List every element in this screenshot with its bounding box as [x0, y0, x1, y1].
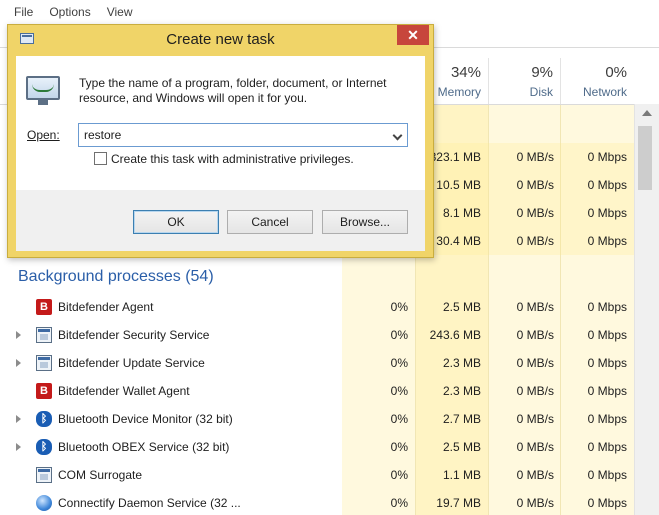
process-name: Connectify Daemon Service (32 ... [58, 496, 241, 510]
cell-memory: 2.7 MB [442, 412, 481, 426]
menu-options[interactable]: Options [41, 0, 98, 24]
table-row[interactable]: B Bitdefender Wallet Agent 0% 2.3 MB 0 M… [0, 377, 634, 405]
cell-disk: 0 MB/s [516, 150, 554, 164]
network-label: Network [582, 85, 627, 99]
table-row[interactable]: ᛒ Bluetooth OBEX Service (32 bit) 0% 2.5… [0, 433, 634, 461]
chevron-down-icon[interactable] [392, 130, 403, 141]
network-percent: 0% [605, 64, 627, 81]
cell-cpu: 0% [390, 440, 408, 454]
dialog-body: Type the name of a program, folder, docu… [16, 56, 425, 190]
cell-network: 0 Mbps [587, 440, 627, 454]
disk-percent: 9% [531, 64, 553, 81]
vertical-scrollbar[interactable] [634, 104, 659, 515]
globe-icon [36, 495, 52, 511]
table-row[interactable]: B Bitdefender Agent 0% 2.5 MB 0 MB/s 0 M… [0, 293, 634, 321]
cell-cpu: 0% [390, 384, 408, 398]
cell-network: 0 Mbps [587, 384, 627, 398]
cell-disk: 0 MB/s [516, 206, 554, 220]
expand-chevron-icon[interactable] [16, 443, 21, 451]
cell-disk: 0 MB/s [516, 468, 554, 482]
cell-memory: 2.5 MB [442, 440, 481, 454]
cell-network: 0 Mbps [587, 412, 627, 426]
cell-network: 0 Mbps [587, 206, 627, 220]
dialog-footer: OK Cancel Browse... [16, 190, 425, 251]
cell-network: 0 Mbps [587, 234, 627, 248]
admin-privileges-checkbox[interactable] [94, 152, 107, 165]
cell-cpu: 0% [390, 468, 408, 482]
column-header-network[interactable]: 0% Network [560, 58, 634, 104]
bitdefender-icon: B [36, 299, 52, 315]
cell-network: 0 Mbps [587, 178, 627, 192]
service-window-icon [36, 327, 52, 343]
expand-chevron-icon[interactable] [16, 359, 21, 367]
service-window-icon [36, 355, 52, 371]
cell-memory: 1.1 MB [442, 468, 481, 482]
cell-memory: 2.3 MB [442, 356, 481, 370]
run-program-icon [26, 76, 62, 108]
background-processes-title: Background processes (54) [18, 268, 214, 285]
process-name: Bluetooth Device Monitor (32 bit) [58, 412, 233, 426]
cell-memory: 243.6 MB [429, 328, 481, 342]
create-new-task-dialog: Create new task ✕ Type the name of a pro… [7, 24, 434, 258]
cell-disk: 0 MB/s [516, 300, 554, 314]
process-name: Bitdefender Agent [58, 300, 154, 314]
menu-view[interactable]: View [99, 0, 141, 24]
open-input[interactable]: restore [84, 128, 121, 142]
table-row[interactable]: Bitdefender Security Service 0% 243.6 MB… [0, 321, 634, 349]
process-name: COM Surrogate [58, 468, 143, 482]
cell-network: 0 Mbps [587, 300, 627, 314]
menu-file[interactable]: File [6, 0, 41, 24]
cell-disk: 0 MB/s [516, 178, 554, 192]
close-button[interactable]: ✕ [397, 25, 429, 45]
cell-memory: 2.5 MB [442, 300, 481, 314]
cell-network: 0 Mbps [587, 356, 627, 370]
service-window-icon [36, 467, 52, 483]
bluetooth-icon: ᛒ [36, 411, 52, 427]
cell-cpu: 0% [390, 356, 408, 370]
cell-disk: 0 MB/s [516, 496, 554, 510]
cell-disk: 0 MB/s [516, 384, 554, 398]
ok-button[interactable]: OK [133, 210, 219, 234]
cell-disk: 0 MB/s [516, 440, 554, 454]
cell-memory: 19.7 MB [436, 496, 481, 510]
cell-network: 0 Mbps [587, 496, 627, 510]
cell-disk: 0 MB/s [516, 356, 554, 370]
cell-disk: 0 MB/s [516, 412, 554, 426]
open-label: Open: [27, 128, 60, 142]
cell-cpu: 0% [390, 412, 408, 426]
process-name: Bitdefender Wallet Agent [58, 384, 190, 398]
disk-label: Disk [529, 85, 553, 99]
table-row[interactable]: ᛒ Bluetooth Device Monitor (32 bit) 0% 2… [0, 405, 634, 433]
cell-cpu: 0% [390, 328, 408, 342]
bitdefender-icon: B [36, 383, 52, 399]
cell-cpu: 0% [390, 300, 408, 314]
bluetooth-icon: ᛒ [36, 439, 52, 455]
table-row[interactable]: COM Surrogate 0% 1.1 MB 0 MB/s 0 Mbps [0, 461, 634, 489]
open-combobox[interactable]: restore [78, 123, 408, 147]
admin-privileges-label[interactable]: Create this task with administrative pri… [111, 152, 354, 166]
cell-disk: 0 MB/s [516, 328, 554, 342]
dialog-title: Create new task [166, 31, 275, 48]
process-name: Bitdefender Update Service [58, 356, 205, 370]
menu-bar: File Options View [0, 0, 659, 24]
scroll-up-icon[interactable] [642, 110, 652, 116]
cell-memory: 2.3 MB [442, 384, 481, 398]
cancel-button[interactable]: Cancel [227, 210, 313, 234]
cell-network: 0 Mbps [587, 328, 627, 342]
dialog-description: Type the name of a program, folder, docu… [79, 76, 387, 105]
dialog-titlebar[interactable]: Create new task ✕ [8, 25, 433, 55]
expand-chevron-icon[interactable] [16, 415, 21, 423]
cell-network: 0 Mbps [587, 468, 627, 482]
table-row[interactable]: Connectify Daemon Service (32 ... 0% 19.… [0, 489, 634, 515]
cell-cpu: 0% [390, 496, 408, 510]
expand-chevron-icon[interactable] [16, 331, 21, 339]
table-row[interactable]: Bitdefender Update Service 0% 2.3 MB 0 M… [0, 349, 634, 377]
process-name: Bitdefender Security Service [58, 328, 210, 342]
cell-disk: 0 MB/s [516, 234, 554, 248]
browse-button[interactable]: Browse... [322, 210, 408, 234]
column-header-disk[interactable]: 9% Disk [488, 58, 560, 104]
scroll-thumb[interactable] [638, 126, 652, 190]
cell-network: 0 Mbps [587, 150, 627, 164]
process-name: Bluetooth OBEX Service (32 bit) [58, 440, 230, 454]
